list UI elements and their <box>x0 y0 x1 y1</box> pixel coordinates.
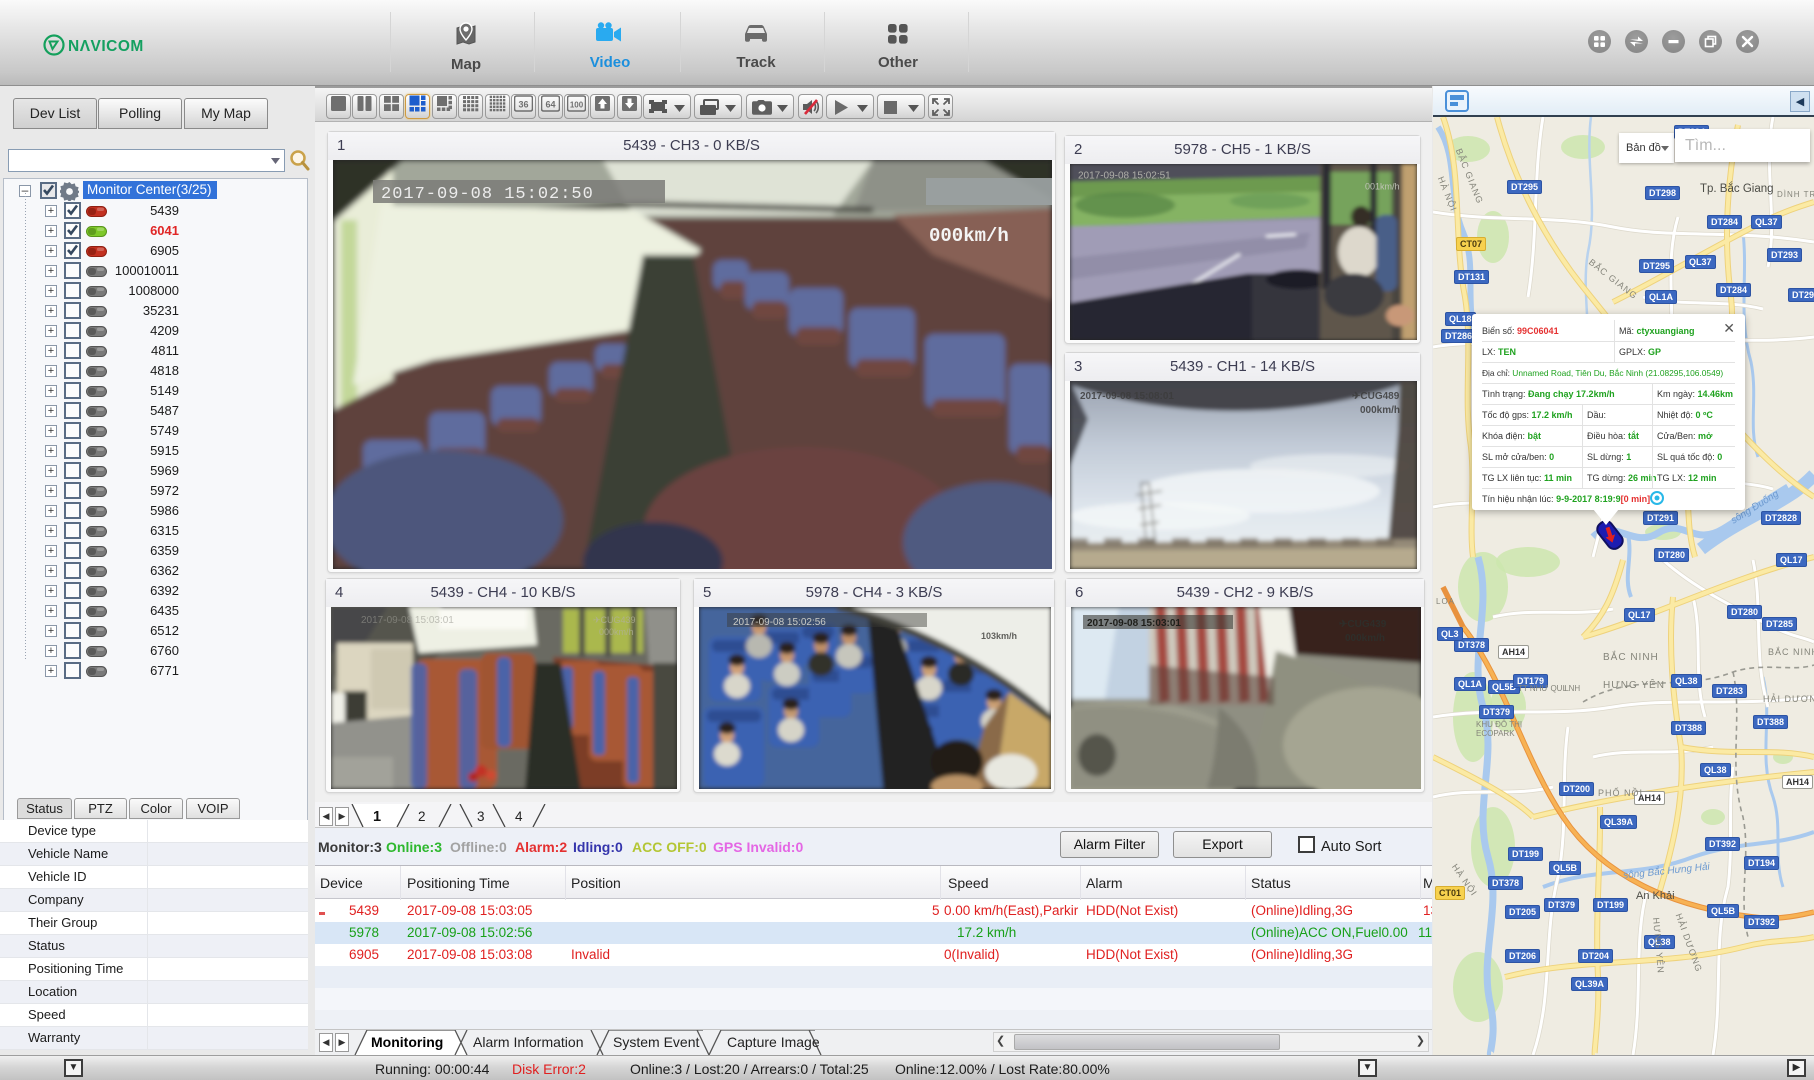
svg-text:2017-09-08 15:02:56: 2017-09-08 15:02:56 <box>733 617 826 628</box>
svg-text:1: 1 <box>373 809 381 825</box>
svg-text:000km/h: 000km/h <box>1360 405 1400 416</box>
svg-text:2017-09-08 15:08:01: 2017-09-08 15:08:01 <box>1080 391 1174 402</box>
svg-text:2: 2 <box>418 809 426 824</box>
svg-text:000km/h: 000km/h <box>599 627 634 637</box>
svg-text:2017-09-08 15:03:01: 2017-09-08 15:03:01 <box>1087 618 1181 629</box>
svg-text:3: 3 <box>477 809 485 824</box>
svg-text:103km/h: 103km/h <box>981 631 1017 641</box>
svg-text:✈CUG439: ✈CUG439 <box>1339 619 1387 630</box>
svg-text:000km/h: 000km/h <box>929 225 1009 247</box>
svg-text:✈CUG489: ✈CUG489 <box>1352 391 1400 402</box>
svg-text:64: 64 <box>545 100 555 110</box>
svg-text:✈CUG439: ✈CUG439 <box>593 615 636 625</box>
svg-text:NΛVICOM: NΛVICOM <box>68 38 144 55</box>
svg-text:000km/h: 000km/h <box>1345 633 1385 644</box>
svg-text:100: 100 <box>570 101 584 110</box>
svg-text:2017-09-08 15:02:51: 2017-09-08 15:02:51 <box>1078 171 1171 182</box>
svg-text:001km/h: 001km/h <box>1365 182 1400 192</box>
svg-text:36: 36 <box>518 100 528 110</box>
svg-text:2017-09-08 15:02:50: 2017-09-08 15:02:50 <box>381 185 594 204</box>
svg-text:2017-09-08 15:03:01: 2017-09-08 15:03:01 <box>361 615 454 626</box>
svg-text:4: 4 <box>515 809 523 824</box>
